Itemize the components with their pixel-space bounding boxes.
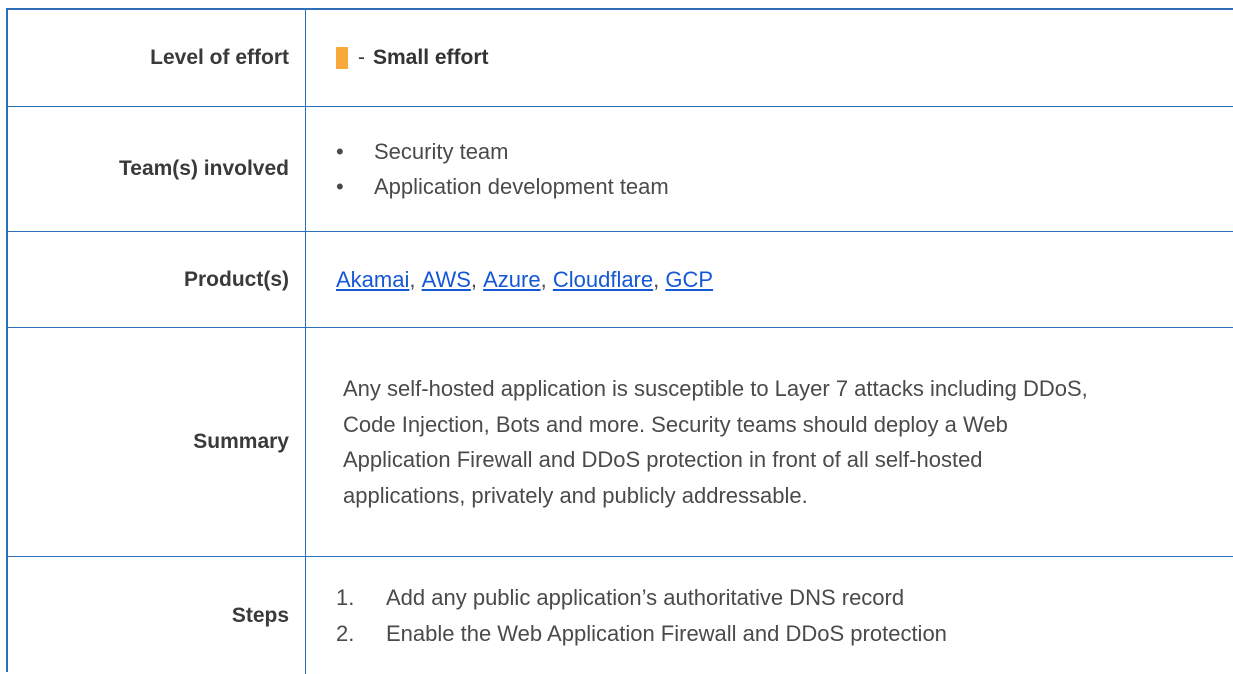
effort-value: Small effort [373,46,489,69]
row-value: Security team Application development te… [306,107,1233,231]
link-akamai[interactable]: Akamai [336,267,409,293]
effort-level-indicator [336,47,348,69]
link-separator: , [653,266,666,292]
row-products: Product(s) Akamai, AWS, Azure, Cloudflar… [8,232,1233,328]
row-label: Product(s) [8,232,306,327]
step-text: Enable the Web Application Firewall and … [386,620,947,646]
link-separator: , [470,266,484,292]
row-level-of-effort: Level of effort - Small effort [8,10,1233,107]
row-value: - Small effort [306,10,1233,106]
link-separator: , [540,266,553,292]
row-value: 1. Add any public application’s authorit… [306,557,1233,674]
link-separator: , [409,266,422,292]
list-item: Security team [328,134,669,169]
link-cloudflare[interactable]: Cloudflare [553,267,653,293]
row-label: Team(s) involved [8,107,306,231]
list-item: Application development team [328,169,669,204]
link-aws[interactable]: AWS [422,267,471,293]
product-links: Akamai, AWS, Azure, Cloudflare, GCP [306,232,1233,327]
effort-separator: - [358,46,365,69]
row-label: Steps [8,557,306,674]
list-item: 1. Add any public application’s authorit… [336,580,947,616]
row-steps: Steps 1. Add any public application’s au… [8,557,1233,674]
list-item: 2. Enable the Web Application Firewall a… [336,616,947,652]
row-summary: Summary Any self-hosted application is s… [8,328,1233,557]
row-teams-involved: Team(s) involved Security team Applicati… [8,107,1233,232]
step-text: Add any public application’s authoritati… [386,584,905,610]
row-label: Level of effort [8,10,306,106]
summary-text: Any self-hosted application is susceptib… [343,376,1088,508]
step-number: 1. [336,584,355,610]
info-table: Level of effort - Small effort Team(s) i… [6,8,1233,674]
row-value: Any self-hosted application is susceptib… [306,328,1233,556]
steps-list: 1. Add any public application’s authorit… [336,580,947,652]
team-list: Security team Application development te… [328,134,669,204]
link-azure[interactable]: Azure [483,267,540,293]
row-label: Summary [8,328,306,556]
step-number: 2. [336,620,355,646]
link-gcp[interactable]: GCP [665,267,713,293]
